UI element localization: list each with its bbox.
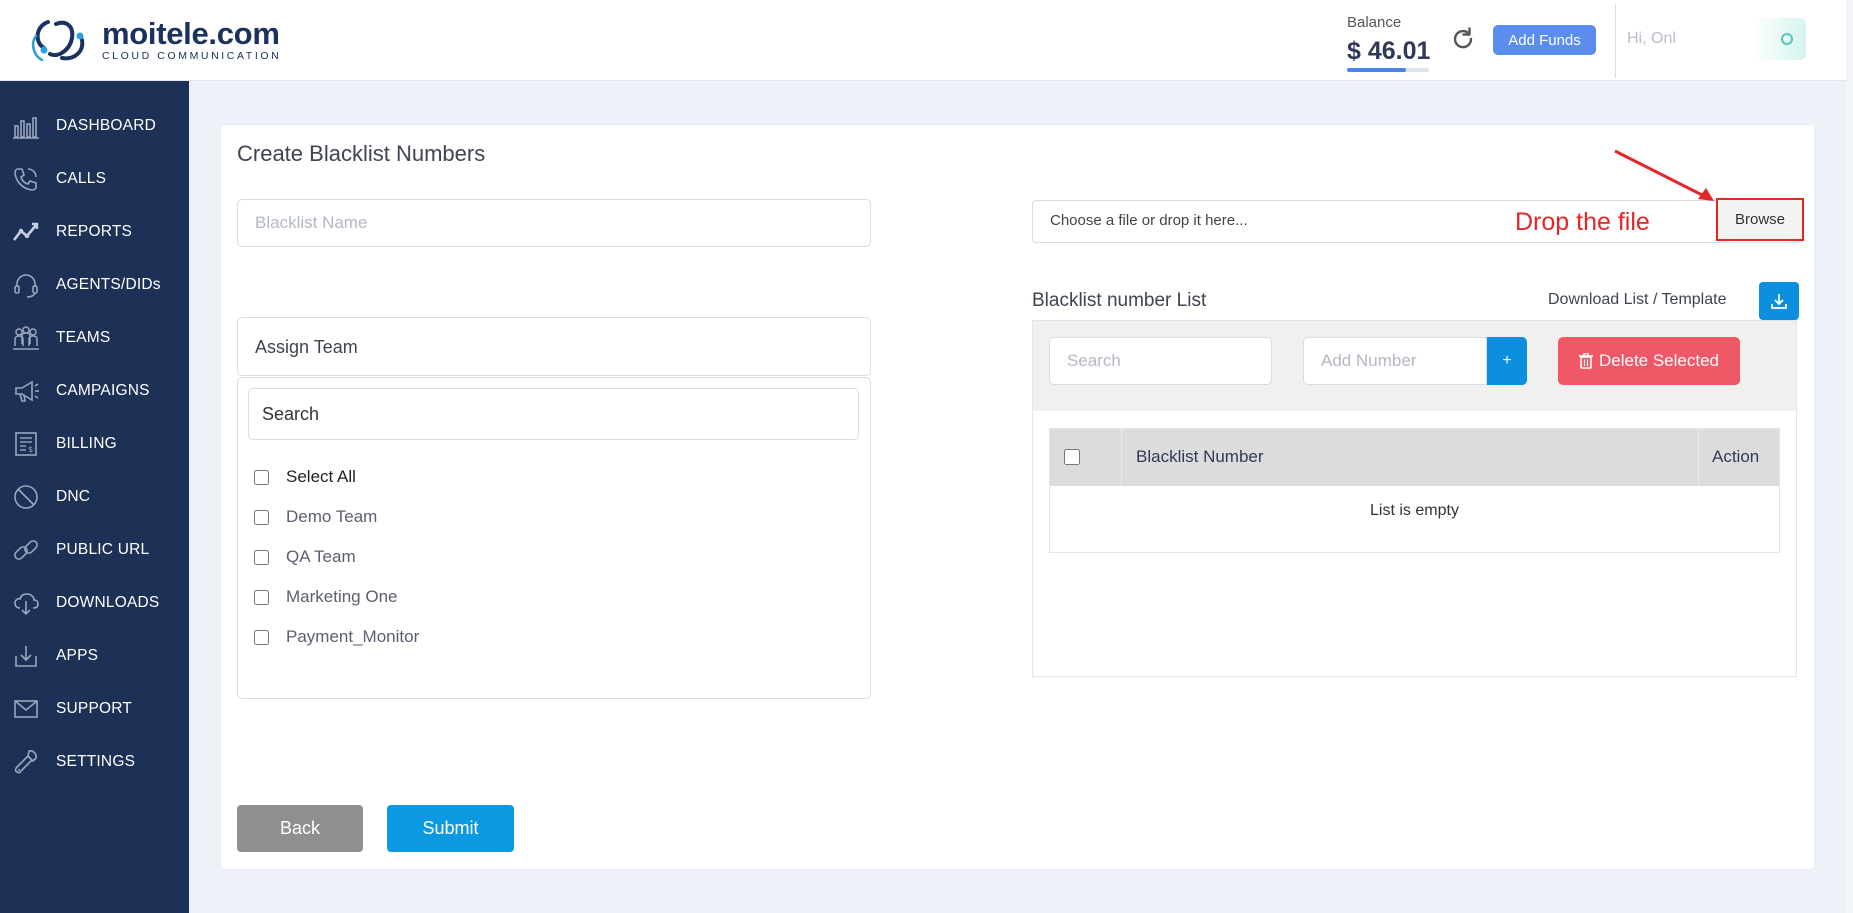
team-checkbox[interactable]: [254, 589, 269, 605]
mail-icon: [11, 694, 41, 724]
teams-icon: [11, 323, 41, 353]
team-row[interactable]: Demo Team: [254, 505, 377, 529]
svg-text:$: $: [28, 445, 33, 454]
sidebar-item-teams[interactable]: TEAMS: [0, 318, 189, 358]
sidebar-item-label: DOWNLOADS: [56, 594, 160, 611]
column-header-action: Action: [1712, 447, 1760, 466]
page-scrollbar[interactable]: [1846, 0, 1853, 913]
team-row[interactable]: Marketing One: [254, 585, 398, 609]
page-title: Create Blacklist Numbers: [237, 141, 486, 166]
sidebar-item-support[interactable]: SUPPORT: [0, 689, 189, 729]
assign-team-header[interactable]: Assign Team: [237, 317, 871, 376]
trash-icon: [1578, 353, 1593, 369]
download-list-link[interactable]: Download List / Template: [1548, 291, 1726, 309]
balance-widget: Balance $ 46.01: [1347, 14, 1430, 72]
link-icon: [11, 535, 41, 565]
sidebar-item-label: AGENTS/DIDs: [56, 276, 161, 293]
list-search-input[interactable]: [1049, 337, 1272, 385]
reports-icon: [11, 217, 41, 247]
column-divider: [1698, 429, 1699, 486]
delete-selected-button[interactable]: Delete Selected: [1558, 337, 1740, 385]
column-header-blacklist-number[interactable]: Blacklist Number: [1136, 447, 1264, 467]
user-greeting[interactable]: Hi, Onl: [1627, 30, 1707, 48]
sidebar-item-dnc[interactable]: DNC: [0, 477, 189, 517]
billing-icon: $: [11, 429, 41, 459]
wrench-icon: [11, 747, 41, 777]
sidebar-item-dashboard[interactable]: DASHBOARD: [0, 106, 189, 146]
annotation-drop-the-file: Drop the file: [1515, 208, 1650, 236]
team-label: QA Team: [286, 547, 356, 566]
logo-mark-icon: [31, 20, 85, 62]
add-number-input[interactable]: [1303, 337, 1487, 385]
block-icon: [11, 482, 41, 512]
empty-list-message: List is empty: [1370, 502, 1459, 519]
team-row[interactable]: Payment_Monitor: [254, 625, 419, 649]
team-search-input[interactable]: [248, 388, 859, 440]
select-all-row[interactable]: Select All: [254, 465, 356, 489]
team-checkbox[interactable]: [254, 549, 269, 565]
user-avatar[interactable]: [1752, 18, 1806, 60]
brand-name: moitele.com: [102, 16, 280, 51]
brand-tagline: CLOUD COMMUNICATION: [102, 50, 282, 62]
brand-logo[interactable]: moitele.com CLOUD COMMUNICATION: [28, 14, 281, 66]
cloud-download-icon: [11, 588, 41, 618]
select-all-label: Select All: [286, 467, 356, 486]
apps-download-icon: [11, 641, 41, 671]
sidebar-item-settings[interactable]: SETTINGS: [0, 742, 189, 782]
add-funds-button[interactable]: Add Funds: [1493, 25, 1596, 55]
sidebar-item-label: CALLS: [56, 170, 107, 187]
sidebar-item-label: DNC: [56, 488, 91, 505]
add-number-button[interactable]: +: [1487, 337, 1527, 385]
select-all-checkbox[interactable]: [254, 469, 269, 485]
balance-value: $ 46.01: [1347, 37, 1431, 65]
sidebar-item-label: REPORTS: [56, 223, 133, 240]
sidebar-item-label: TEAMS: [56, 329, 111, 346]
list-title: Blacklist number List: [1032, 290, 1207, 311]
sidebar-item-downloads[interactable]: DOWNLOADS: [0, 583, 189, 623]
team-row[interactable]: QA Team: [254, 545, 356, 569]
annotation-arrow-icon: [1614, 149, 1714, 201]
sidebar-item-label: SUPPORT: [56, 700, 133, 717]
megaphone-icon: [11, 376, 41, 406]
phone-icon: [11, 164, 41, 194]
team-label: Demo Team: [286, 507, 378, 526]
select-all-rows-checkbox[interactable]: [1064, 449, 1080, 465]
sidebar-item-apps[interactable]: APPS: [0, 636, 189, 676]
team-checkbox[interactable]: [254, 509, 269, 525]
download-button[interactable]: [1759, 282, 1799, 320]
team-label: Marketing One: [286, 587, 398, 606]
sidebar-item-reports[interactable]: REPORTS: [0, 212, 189, 252]
sidebar-item-agents[interactable]: AGENTS/DIDs: [0, 265, 189, 305]
sidebar-item-campaigns[interactable]: CAMPAIGNS: [0, 371, 189, 411]
dashboard-icon: [11, 111, 41, 141]
balance-progress-fill: [1347, 68, 1407, 72]
header-divider: [1615, 4, 1616, 78]
blacklist-name-input[interactable]: [237, 199, 871, 247]
sidebar-item-label: BILLING: [56, 435, 117, 452]
sidebar-item-label: APPS: [56, 647, 99, 664]
balance-label: Balance: [1347, 14, 1402, 31]
team-checkbox[interactable]: [254, 629, 269, 645]
sidebar-item-calls[interactable]: CALLS: [0, 159, 189, 199]
headset-icon: [11, 270, 41, 300]
back-button[interactable]: Back: [237, 805, 363, 852]
download-icon: [1771, 294, 1787, 309]
sidebar-item-public-url[interactable]: PUBLIC URL: [0, 530, 189, 570]
delete-selected-label: Delete Selected: [1598, 351, 1720, 370]
submit-button[interactable]: Submit: [387, 805, 514, 852]
team-label: Payment_Monitor: [286, 627, 420, 646]
column-divider: [1121, 429, 1122, 486]
sidebar-item-label: CAMPAIGNS: [56, 382, 150, 399]
sidebar-item-label: PUBLIC URL: [56, 541, 150, 558]
sidebar-item-label: SETTINGS: [56, 753, 136, 770]
browse-button[interactable]: Browse: [1716, 198, 1804, 241]
top-header: moitele.com CLOUD COMMUNICATION Balance …: [0, 0, 1853, 81]
balance-progress-bar: [1347, 68, 1429, 72]
refresh-icon[interactable]: [1450, 26, 1476, 52]
sidebar: DASHBOARD CALLS REPORTS AGENTS/DIDs TEAM…: [0, 81, 189, 913]
sidebar-item-label: DASHBOARD: [56, 117, 156, 134]
status-ring-icon: [1781, 33, 1793, 45]
sidebar-item-billing[interactable]: $ BILLING: [0, 424, 189, 464]
file-drop-placeholder: Choose a file or drop it here...: [1050, 212, 1248, 229]
